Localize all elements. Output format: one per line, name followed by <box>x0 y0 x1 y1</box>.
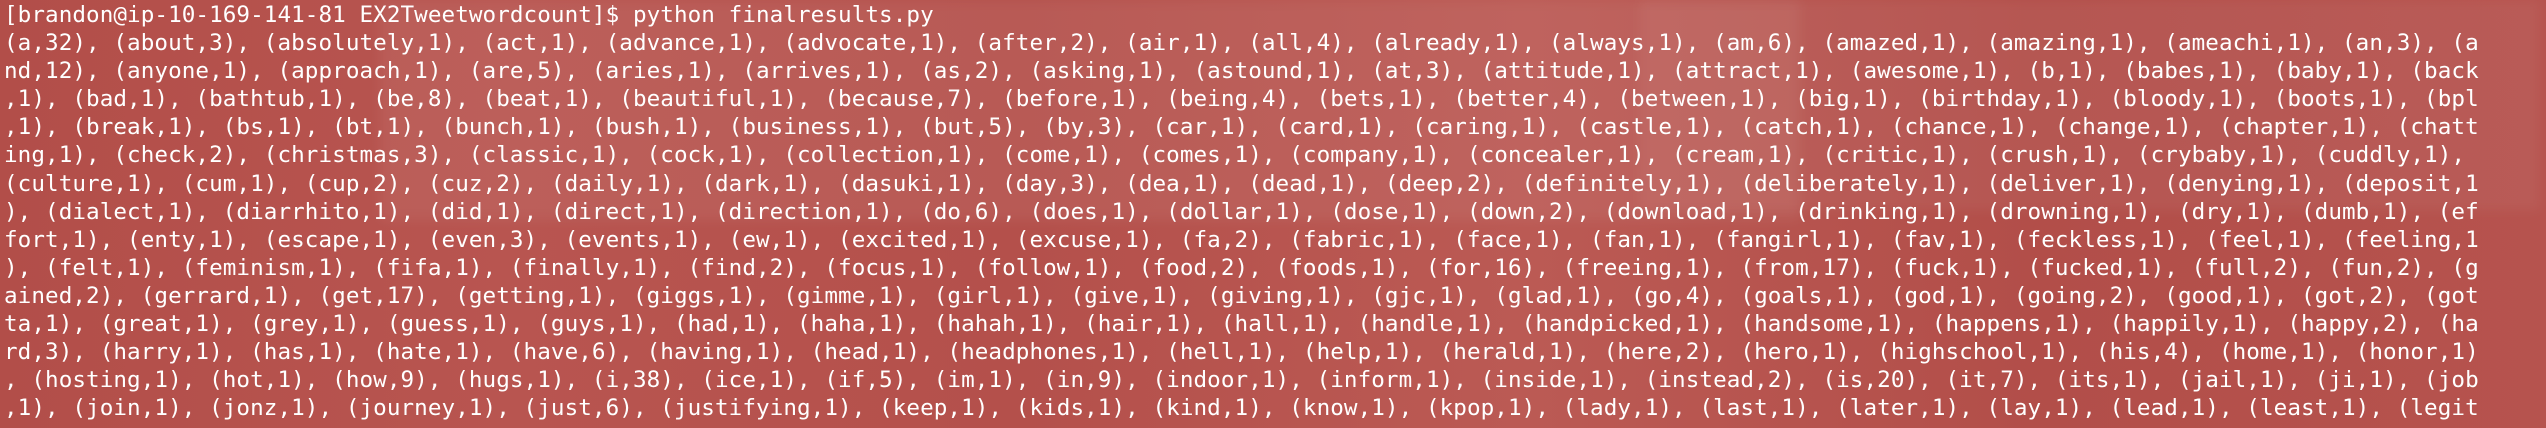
output-line: ing,1), (check,2), (christmas,3), (class… <box>4 142 2466 169</box>
command-prompt-line: [brandon@ip-10-169-141-81 EX2Tweetwordco… <box>4 2 934 28</box>
output-line: ained,2), (gerrard,1), (get,17), (gettin… <box>4 282 2479 309</box>
output-line: nd,12), (anyone,1), (approach,1), (are,5… <box>4 58 2479 85</box>
output-line: ,1), (break,1), (bs,1), (bt,1), (bunch,1… <box>4 114 2479 141</box>
output-line: rd,3), (harry,1), (has,1), (hate,1), (ha… <box>4 339 2479 366</box>
terminal-window[interactable]: [brandon@ip-10-169-141-81 EX2Tweetwordco… <box>0 0 2546 428</box>
output-line: ta,1), (great,1), (grey,1), (guess,1), (… <box>4 311 2479 338</box>
output-line: ,1), (join,1), (jonz,1), (journey,1), (j… <box>4 395 2479 422</box>
output-line: ), (dialect,1), (diarrhito,1), (did,1), … <box>4 198 2479 225</box>
output-line: ), (felt,1), (feminism,1), (fifa,1), (fi… <box>4 254 2479 281</box>
output-line: (a,32), (about,3), (absolutely,1), (act,… <box>4 30 2479 57</box>
output-line: (culture,1), (cum,1), (cup,2), (cuz,2), … <box>4 170 2479 197</box>
output-line: fort,1), (enty,1), (escape,1), (even,3),… <box>4 226 2479 253</box>
output-line: , (hosting,1), (hot,1), (how,9), (hugs,1… <box>4 367 2479 394</box>
output-line: ,1), (bad,1), (bathtub,1), (be,8), (beat… <box>4 86 2479 113</box>
